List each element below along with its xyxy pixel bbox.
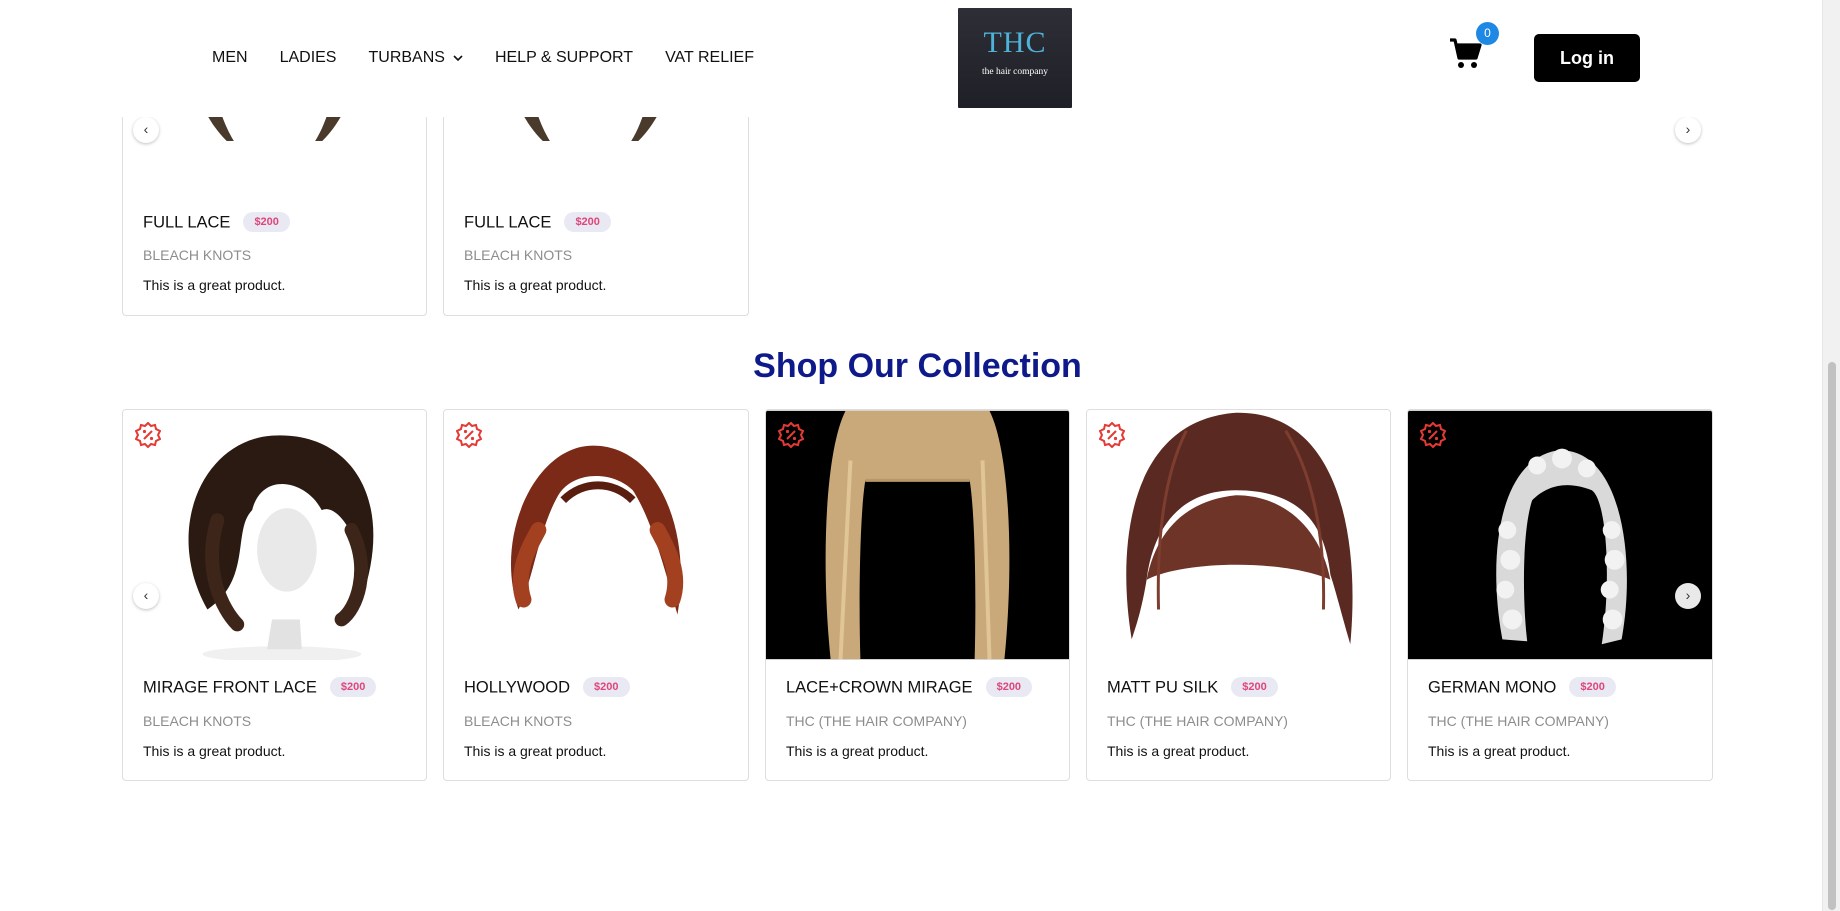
- scrollbar-thumb[interactable]: [1828, 362, 1836, 910]
- product-description: This is a great product.: [786, 743, 929, 759]
- price-badge: $200: [564, 212, 611, 232]
- carousel-prev-button[interactable]: ‹: [133, 117, 159, 143]
- product-name[interactable]: LACE+CROWN MIRAGE $200: [786, 677, 1033, 698]
- section-title: Shop Our Collection: [753, 347, 1082, 385]
- page: FULL LACE $200 BLEACH KNOTS This is a gre…: [0, 0, 1840, 911]
- product-description: This is a great product.: [464, 743, 607, 759]
- product-brand: THC (THE HAIR COMPANY): [1107, 713, 1288, 729]
- nav-item-ladies[interactable]: LADIES: [280, 49, 337, 67]
- product-brand: BLEACH KNOTS: [143, 713, 252, 729]
- price-badge: $200: [1231, 677, 1278, 697]
- discount-badge-icon: [1099, 422, 1125, 448]
- product-name[interactable]: GERMAN MONO $200: [1428, 677, 1616, 698]
- product-image: [123, 410, 426, 660]
- product-name[interactable]: FULL LACE $200: [143, 212, 290, 233]
- product-brand: BLEACH KNOTS: [464, 713, 573, 729]
- carousel-next-button[interactable]: ›: [1675, 117, 1701, 143]
- product-name[interactable]: MIRAGE FRONT LACE $200: [143, 677, 377, 698]
- product-description: This is a great product.: [464, 277, 607, 293]
- main-nav: MEN LADIES TURBANS HELP & SUPPORT VAT RE…: [212, 49, 786, 67]
- product-image: [766, 410, 1069, 660]
- product-card[interactable]: GERMAN MONO $200 THC (THE HAIR COMPANY) T…: [1407, 409, 1713, 781]
- price-badge: $200: [583, 677, 630, 697]
- price-badge: $200: [1569, 677, 1616, 697]
- discount-badge-icon: [456, 422, 482, 448]
- login-button[interactable]: Log in: [1534, 34, 1640, 82]
- logo-tagline: ​: [958, 80, 1072, 85]
- carousel-next-button[interactable]: ›: [1675, 583, 1701, 609]
- price-badge: $200: [985, 677, 1033, 697]
- discount-badge-icon: [135, 422, 161, 448]
- product-brand: THC (THE HAIR COMPANY): [786, 713, 967, 729]
- product-card[interactable]: MIRAGE FRONT LACE $200 BLEACH KNOTS This …: [122, 409, 427, 781]
- page-scrollbar[interactable]: [1822, 0, 1840, 911]
- product-image: [1087, 410, 1390, 660]
- product-card[interactable]: HOLLYWOOD $200 BLEACH KNOTS This is a gre…: [443, 409, 749, 781]
- price-badge: $200: [243, 212, 290, 232]
- discount-badge-icon: [1420, 422, 1446, 448]
- site-logo[interactable]: THC the hair company ​: [958, 8, 1072, 108]
- chevron-down-icon: [453, 55, 463, 62]
- discount-badge-icon: [778, 422, 804, 448]
- product-description: This is a great product.: [1107, 743, 1250, 759]
- nav-item-men[interactable]: MEN: [212, 49, 248, 67]
- product-name[interactable]: HOLLYWOOD $200: [464, 677, 630, 698]
- nav-item-turbans[interactable]: TURBANS: [368, 49, 463, 67]
- product-description: This is a great product.: [1428, 743, 1571, 759]
- product-brand: BLEACH KNOTS: [143, 247, 252, 263]
- product-name[interactable]: MATT PU SILK $200: [1107, 677, 1278, 698]
- site-header: MEN LADIES TURBANS HELP & SUPPORT VAT RE…: [0, 0, 1822, 117]
- product-description: This is a great product.: [143, 743, 286, 759]
- logo-brand: the hair company: [982, 67, 1048, 77]
- nav-item-help-support[interactable]: HELP & SUPPORT: [495, 49, 633, 67]
- cart-count-badge: 0: [1476, 22, 1499, 45]
- product-card[interactable]: LACE+CROWN MIRAGE $200 THC (THE HAIR COMP…: [765, 409, 1070, 781]
- product-description: This is a great product.: [143, 277, 286, 293]
- product-image: [444, 410, 748, 660]
- product-brand: THC (THE HAIR COMPANY): [1428, 713, 1609, 729]
- carousel-prev-button[interactable]: ‹: [133, 583, 159, 609]
- product-image: [1408, 410, 1712, 660]
- product-name[interactable]: FULL LACE $200: [464, 212, 611, 233]
- logo-monogram: THC: [983, 26, 1047, 59]
- price-badge: $200: [329, 677, 377, 697]
- product-brand: BLEACH KNOTS: [464, 247, 573, 263]
- nav-item-vat-relief[interactable]: VAT RELIEF: [665, 49, 754, 67]
- product-card[interactable]: MATT PU SILK $200 THC (THE HAIR COMPANY) …: [1086, 409, 1391, 781]
